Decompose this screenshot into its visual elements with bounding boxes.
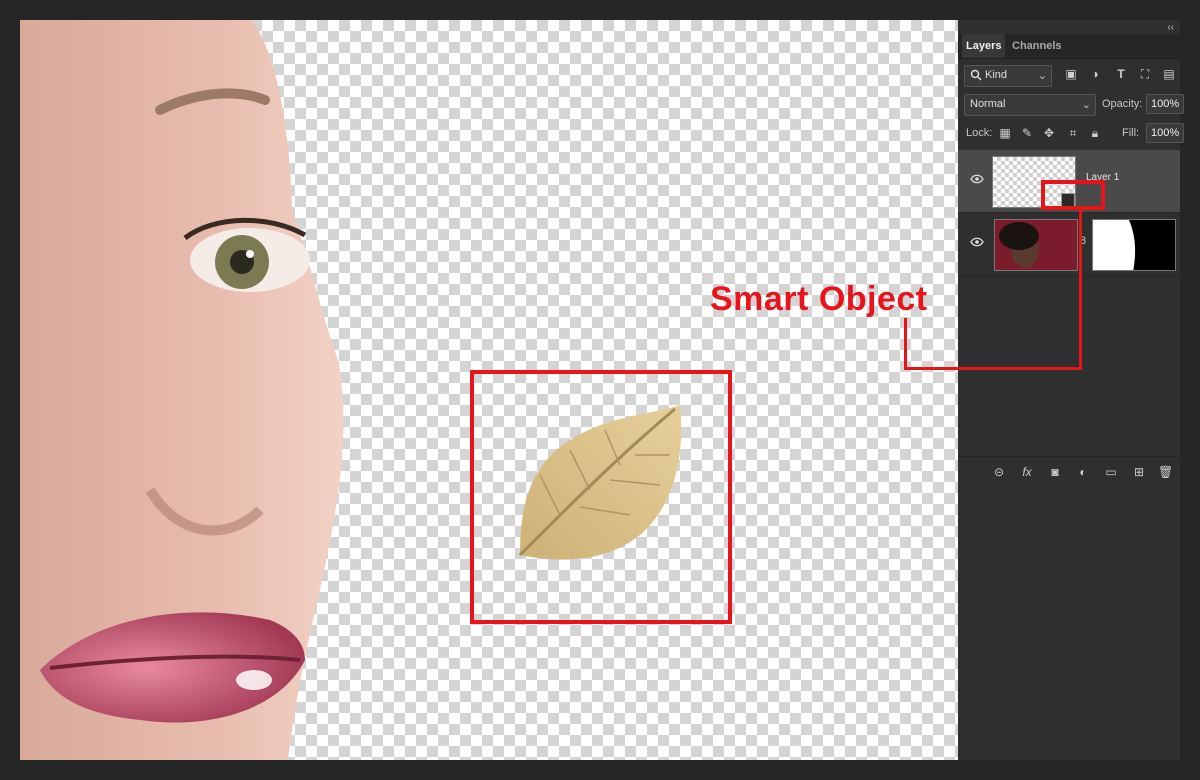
chevron-down-icon: ⌄: [1037, 70, 1047, 82]
annotation-connector-horizontal: [904, 367, 1082, 370]
lock-pixels-icon[interactable]: ✎: [1020, 126, 1034, 140]
collapse-panel-button[interactable]: ‹‹: [1167, 22, 1174, 33]
annotation-connector-vertical: [1079, 210, 1082, 370]
fill-field[interactable]: 100%: [1146, 123, 1185, 143]
mask-icon[interactable]: ◙: [1048, 465, 1062, 479]
lock-label: Lock:: [966, 127, 993, 139]
lock-transparency-icon[interactable]: ▦: [998, 126, 1012, 140]
blend-mode-value: Normal: [970, 98, 1006, 110]
layer-row-photo[interactable]: 8: [958, 213, 1180, 276]
chevron-down-icon: ⌄: [1081, 99, 1091, 111]
blend-row: Normal ⌄ Opacity: 100%: [964, 94, 1185, 116]
adjustment-filter-icon[interactable]: ◑: [1088, 67, 1102, 81]
leaf-highlight-box: [470, 370, 732, 624]
layers-footer: ⊝ fx ◙ ◐ ▭ ⊞ 🗑︎: [958, 456, 1180, 487]
opacity-field[interactable]: 100%: [1146, 94, 1185, 114]
panel-tabs: Layers Channels: [958, 34, 1180, 59]
tab-layers[interactable]: Layers: [962, 34, 1006, 58]
smart-object-badge-highlight: [1041, 180, 1105, 210]
lock-all-icon[interactable]: 🔒︎: [1088, 126, 1102, 140]
layers-panel: ‹‹ Layers Channels Kind ⌄ ▣ ◑ T ⛶ ▤ Norm…: [958, 20, 1185, 760]
kind-label: Kind: [985, 69, 1008, 81]
annotation-connector-label: [904, 318, 907, 370]
eye-icon[interactable]: [970, 237, 984, 247]
filter-row: Kind ⌄ ▣ ◑ T ⛶ ▤: [964, 65, 1178, 87]
eye-icon[interactable]: [970, 174, 984, 184]
opacity-label: Opacity:: [1102, 98, 1143, 110]
search-icon: [970, 69, 982, 81]
blend-mode-select[interactable]: Normal ⌄: [964, 94, 1096, 116]
lock-artboard-icon[interactable]: ⌗: [1066, 126, 1080, 140]
smart-object-annotation-label: Smart Object: [710, 280, 928, 318]
photo-thumbnail: [994, 219, 1078, 271]
fill-label: Fill:: [1122, 127, 1140, 139]
shape-filter-icon[interactable]: ⛶: [1138, 67, 1152, 81]
adjustment-icon[interactable]: ◐: [1076, 465, 1090, 479]
document-canvas[interactable]: [20, 20, 958, 760]
lock-row: Lock: ▦ ✎ ✥ ⌗ 🔒︎ Fill: 100%: [964, 123, 1185, 145]
kind-filter-select[interactable]: Kind ⌄: [964, 65, 1052, 87]
image-filter-icon[interactable]: ▣: [1064, 67, 1078, 81]
type-filter-icon[interactable]: T: [1114, 67, 1128, 81]
trash-icon[interactable]: 🗑︎: [1158, 465, 1173, 479]
portrait-image: [20, 20, 344, 760]
tab-channels[interactable]: Channels: [1008, 34, 1066, 58]
lock-position-icon[interactable]: ✥: [1042, 126, 1056, 140]
link-icon[interactable]: ⊝: [992, 465, 1006, 479]
new-layer-icon[interactable]: ⊞: [1132, 465, 1146, 479]
fx-icon[interactable]: fx: [1020, 465, 1034, 479]
layer-mask-thumbnail[interactable]: [1092, 219, 1176, 271]
folder-icon[interactable]: ▭: [1104, 465, 1118, 479]
smart-object-filter-icon[interactable]: ▤: [1162, 67, 1176, 81]
